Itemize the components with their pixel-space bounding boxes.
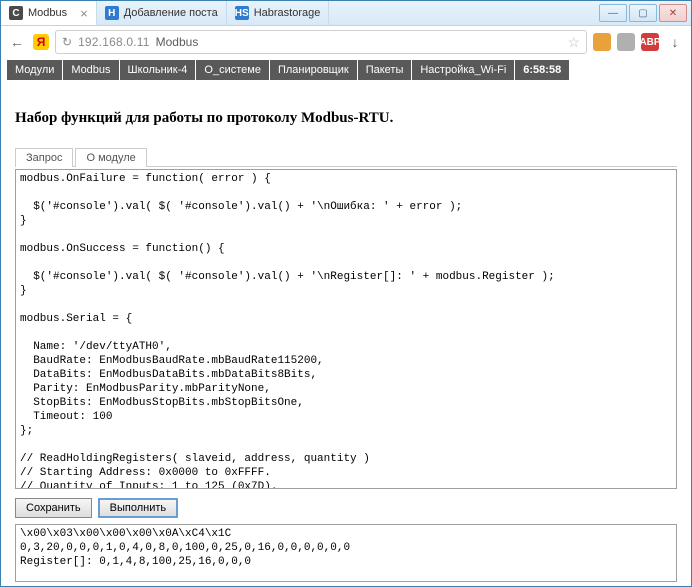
tab-label: Habrastorage bbox=[254, 7, 321, 19]
back-button[interactable]: ← bbox=[7, 32, 27, 52]
menu-item-scheduler[interactable]: Планировщик bbox=[270, 60, 357, 80]
bookmark-star-icon[interactable]: ☆ bbox=[567, 34, 580, 51]
app-menubar: Модули Modbus Школьник-4 О_системе Плани… bbox=[1, 58, 691, 82]
window-controls: — ▢ ✕ bbox=[595, 1, 691, 25]
browser-tab-2[interactable]: HS Habrastorage bbox=[227, 1, 330, 25]
url-host: 192.168.0.11 bbox=[78, 35, 150, 49]
menu-item-about[interactable]: О_системе bbox=[196, 60, 269, 80]
menu-item-modbus[interactable]: Modbus bbox=[63, 60, 118, 80]
page-content: Модули Modbus Школьник-4 О_системе Плани… bbox=[1, 58, 691, 586]
page-title: Набор функций для работы по протоколу Mo… bbox=[15, 110, 677, 127]
browser-tab-0[interactable]: C Modbus × bbox=[1, 1, 97, 25]
url-title: Modbus bbox=[156, 35, 199, 49]
address-bar: ← Я ↻ 192.168.0.11 Modbus ☆ ABP ↓ bbox=[1, 26, 691, 59]
button-row: Сохранить Выполнить bbox=[15, 498, 677, 518]
menu-item-packets[interactable]: Пакеты bbox=[358, 60, 412, 80]
save-button[interactable]: Сохранить bbox=[15, 498, 92, 518]
maximize-button[interactable]: ▢ bbox=[629, 4, 657, 22]
favicon-1: H bbox=[105, 6, 119, 20]
adblock-icon[interactable]: ABP bbox=[641, 33, 659, 51]
extension-icon-1[interactable] bbox=[617, 33, 635, 51]
reload-icon[interactable]: ↻ bbox=[62, 35, 72, 49]
tab-request[interactable]: Запрос bbox=[15, 148, 73, 167]
console-output[interactable] bbox=[15, 524, 677, 582]
favicon-2: HS bbox=[235, 6, 249, 20]
window-titlebar: C Modbus × H Добавление поста HS Habrast… bbox=[1, 1, 691, 26]
clock: 6:58:58 bbox=[515, 60, 569, 80]
menu-item-wifi[interactable]: Настройка_Wi-Fi bbox=[412, 60, 514, 80]
run-button[interactable]: Выполнить bbox=[98, 498, 178, 518]
close-button[interactable]: ✕ bbox=[659, 4, 687, 22]
tab-about-module[interactable]: О модуле bbox=[75, 148, 146, 167]
page-tabstrip: Запрос О модуле bbox=[15, 147, 677, 167]
yandex-icon[interactable]: Я bbox=[33, 34, 49, 50]
tab-label: Добавление поста bbox=[124, 7, 218, 19]
downloads-icon[interactable]: ↓ bbox=[665, 32, 685, 52]
tab-label: Modbus bbox=[28, 7, 67, 19]
url-field[interactable]: ↻ 192.168.0.11 Modbus ☆ bbox=[55, 30, 587, 54]
minimize-button[interactable]: — bbox=[599, 4, 627, 22]
menu-item-modules[interactable]: Модули bbox=[7, 60, 62, 80]
browser-tab-1[interactable]: H Добавление поста bbox=[97, 1, 227, 25]
menu-item-shkolnik[interactable]: Школьник-4 bbox=[120, 60, 196, 80]
code-editor[interactable] bbox=[15, 169, 677, 489]
favicon-0: C bbox=[9, 6, 23, 20]
extension-icon-0[interactable] bbox=[593, 33, 611, 51]
close-tab-icon[interactable]: × bbox=[80, 6, 88, 21]
